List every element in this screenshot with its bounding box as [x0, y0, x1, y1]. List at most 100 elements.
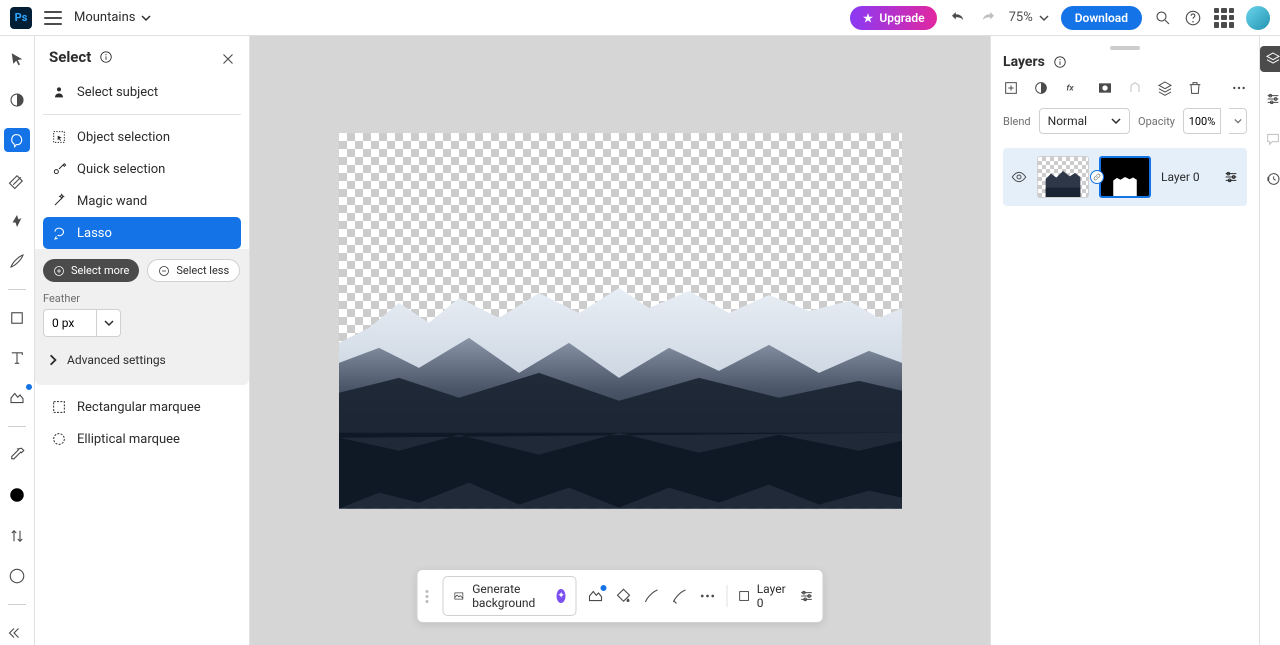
- redo-button[interactable]: [979, 9, 997, 27]
- image-tool[interactable]: [4, 386, 30, 410]
- left-toolbar: [0, 36, 35, 645]
- move-tool[interactable]: [4, 48, 30, 72]
- object-selection-item[interactable]: Object selection: [43, 121, 241, 153]
- clip-button[interactable]: [1127, 80, 1143, 96]
- magic-wand-item[interactable]: Magic wand: [43, 185, 241, 217]
- add-layer-button[interactable]: [1003, 80, 1019, 96]
- layers-menu-button[interactable]: [1231, 80, 1247, 96]
- fill-button[interactable]: [615, 587, 633, 605]
- zoom-dropdown[interactable]: 75%: [1009, 10, 1049, 25]
- info-icon[interactable]: [1053, 55, 1067, 69]
- type-tool[interactable]: [4, 346, 30, 370]
- heal-tool[interactable]: [4, 168, 30, 192]
- lasso-icon: [51, 225, 67, 241]
- quick-actions-tool[interactable]: [4, 209, 30, 233]
- right-strip: [1259, 36, 1280, 645]
- layer-settings-button[interactable]: [799, 587, 815, 605]
- quick-selection-item[interactable]: Quick selection: [43, 153, 241, 185]
- search-icon[interactable]: [1154, 9, 1172, 27]
- link-mask-icon[interactable]: [1090, 170, 1104, 184]
- download-button[interactable]: Download: [1061, 6, 1142, 30]
- visibility-toggle[interactable]: [1011, 169, 1027, 185]
- chevron-down-icon: [1039, 13, 1049, 23]
- select-panel-title: Select: [49, 48, 91, 66]
- adjustment-layer-button[interactable]: [1033, 80, 1049, 96]
- rect-marquee-icon: [51, 399, 67, 415]
- swap-colors[interactable]: [4, 524, 30, 548]
- image-icon: [454, 588, 465, 604]
- panel-grip[interactable]: [1110, 46, 1140, 50]
- blend-label: Blend: [1003, 115, 1031, 128]
- mask-thumbnail[interactable]: [1099, 156, 1151, 198]
- lasso-item[interactable]: Lasso: [43, 217, 241, 249]
- fx-button[interactable]: fx: [1063, 80, 1083, 96]
- rectangular-marquee-item[interactable]: Rectangular marquee: [43, 391, 241, 423]
- background-color[interactable]: [4, 564, 30, 588]
- properties-tab-button[interactable]: [1260, 86, 1280, 112]
- user-avatar[interactable]: [1246, 6, 1270, 30]
- upgrade-button[interactable]: Upgrade: [850, 6, 936, 30]
- image-add-button[interactable]: [587, 587, 605, 605]
- drag-handle-icon[interactable]: [426, 590, 429, 603]
- info-icon[interactable]: [99, 50, 113, 64]
- ellipse-marquee-icon: [51, 431, 67, 447]
- photoshop-logo[interactable]: Ps: [10, 7, 32, 29]
- blend-mode-dropdown[interactable]: Normal: [1039, 108, 1130, 134]
- select-tool[interactable]: [4, 128, 30, 152]
- advanced-settings-toggle[interactable]: Advanced settings: [43, 345, 241, 375]
- right-panel: Layers fx Blend Normal Opaci: [990, 36, 1280, 645]
- layers-tab-button[interactable]: [1260, 46, 1280, 72]
- elliptical-marquee-item[interactable]: Elliptical marquee: [43, 423, 241, 455]
- quick-select-icon: [51, 161, 67, 177]
- group-button[interactable]: [1157, 80, 1173, 96]
- opacity-label: Opacity: [1138, 115, 1175, 128]
- comments-tab-button[interactable]: [1260, 126, 1280, 152]
- history-tab-button[interactable]: [1260, 166, 1280, 192]
- layer-row[interactable]: Layer 0: [1003, 148, 1247, 206]
- collapse-toolbar[interactable]: [4, 621, 30, 645]
- star-icon: [862, 12, 874, 24]
- feather-dropdown[interactable]: [97, 309, 121, 337]
- canvas-area[interactable]: Generate background ✦ Layer 0: [250, 36, 990, 645]
- context-layer-indicator[interactable]: Layer 0: [738, 582, 789, 610]
- more-options-button[interactable]: [699, 587, 717, 605]
- layers-title: Layers: [1003, 54, 1045, 70]
- close-panel-button[interactable]: [219, 50, 237, 68]
- layer-icon: [738, 588, 751, 604]
- select-subject-item[interactable]: Select subject: [43, 76, 241, 108]
- mountain-image: [339, 283, 902, 509]
- erase-button[interactable]: [671, 587, 689, 605]
- chevron-down-icon: [1111, 116, 1121, 126]
- delete-layer-button[interactable]: [1187, 80, 1203, 96]
- eyedropper-tool[interactable]: [4, 443, 30, 467]
- undo-button[interactable]: [949, 9, 967, 27]
- minus-circle-icon: [158, 265, 170, 277]
- adjust-tool[interactable]: [4, 88, 30, 112]
- document-name-dropdown[interactable]: Mountains: [74, 10, 151, 25]
- generate-background-button[interactable]: Generate background ✦: [443, 576, 577, 616]
- opacity-dropdown[interactable]: [1229, 108, 1247, 134]
- layer-thumbnail[interactable]: [1037, 156, 1089, 198]
- apps-grid-icon[interactable]: [1214, 8, 1234, 28]
- select-more-button[interactable]: Select more: [43, 259, 139, 282]
- help-icon[interactable]: [1184, 9, 1202, 27]
- layer-options-icon[interactable]: [1223, 169, 1239, 185]
- foreground-color[interactable]: [4, 483, 30, 507]
- chevron-down-icon: [141, 13, 151, 23]
- opacity-input[interactable]: [1183, 108, 1221, 134]
- object-select-icon: [51, 129, 67, 145]
- select-less-button[interactable]: Select less: [147, 259, 240, 282]
- feather-label: Feather: [43, 292, 241, 305]
- brush-button[interactable]: [643, 587, 661, 605]
- feather-input[interactable]: [43, 309, 97, 337]
- svg-text:fx: fx: [1066, 84, 1074, 94]
- brush-tool[interactable]: [4, 249, 30, 273]
- wand-icon: [51, 193, 67, 209]
- chevron-down-icon: [1234, 117, 1242, 125]
- ai-badge-icon: ✦: [557, 589, 566, 603]
- shape-tool[interactable]: [4, 306, 30, 330]
- document-name: Mountains: [74, 10, 135, 25]
- artboard[interactable]: [339, 133, 902, 509]
- mask-button[interactable]: [1097, 80, 1113, 96]
- hamburger-menu-icon[interactable]: [44, 11, 62, 25]
